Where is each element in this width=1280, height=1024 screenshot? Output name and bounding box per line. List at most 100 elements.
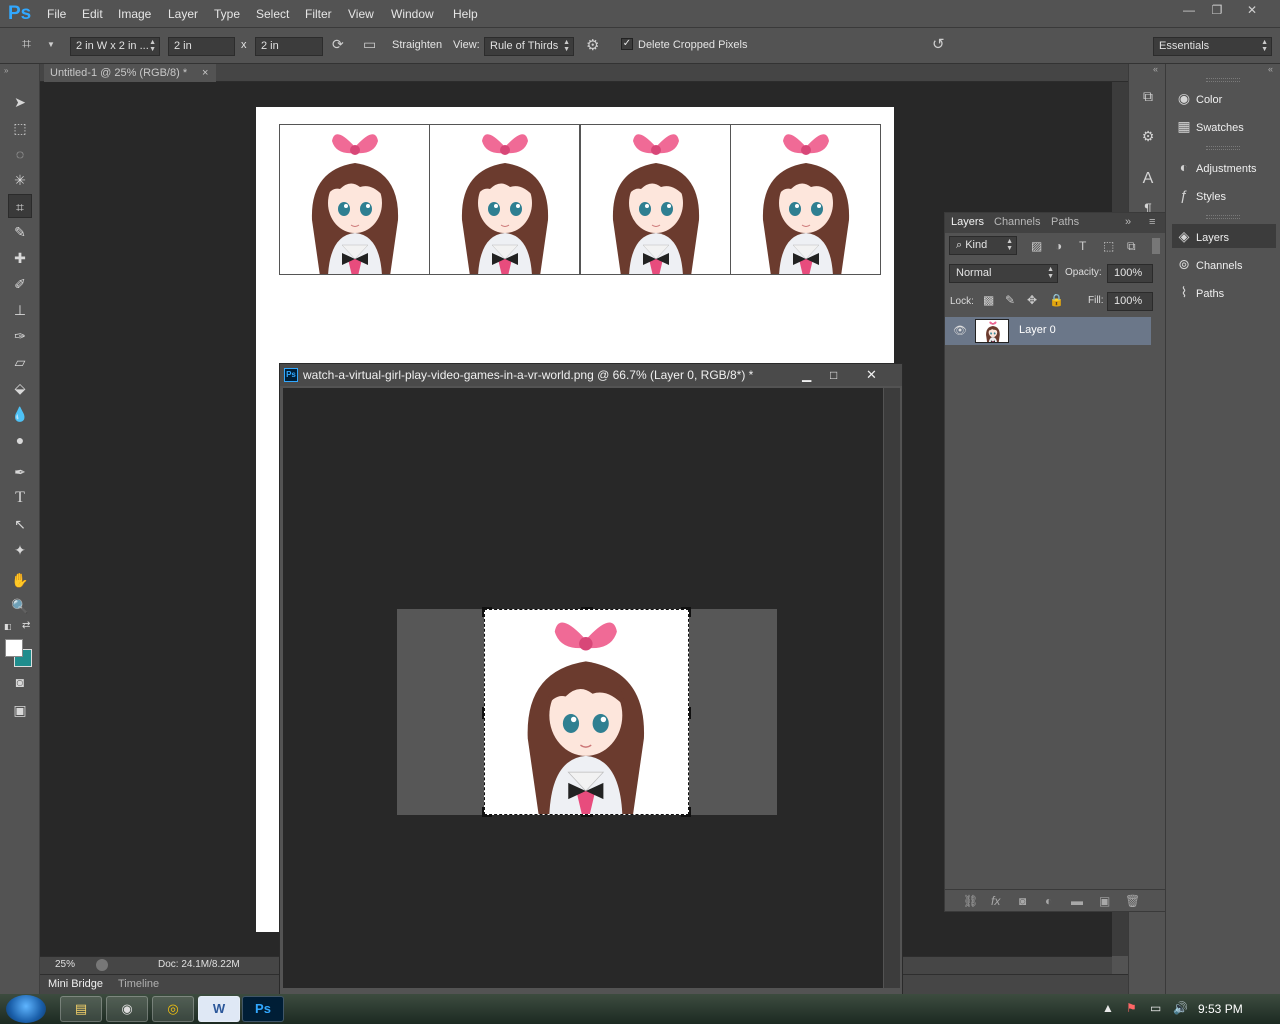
- zoom-tool-icon[interactable]: 🔍: [8, 594, 32, 618]
- chevron-down-icon[interactable]: ▼: [47, 40, 55, 49]
- healing-brush-tool-icon[interactable]: ✚: [8, 246, 32, 270]
- gear-icon[interactable]: ⚙: [586, 36, 599, 54]
- tab-close-icon[interactable]: ×: [202, 64, 208, 82]
- lasso-tool-icon[interactable]: ◌: [8, 142, 32, 166]
- start-button[interactable]: [6, 995, 46, 1023]
- floating-document-window[interactable]: Ps watch-a-virtual-girl-play-video-games…: [279, 363, 903, 995]
- straighten-button[interactable]: Straighten: [392, 39, 442, 51]
- layer-name[interactable]: Layer 0: [1019, 324, 1056, 336]
- float-minimize-button[interactable]: ▁: [802, 364, 811, 386]
- screen-mode-icon[interactable]: ▣: [8, 698, 32, 722]
- eclipse-taskbar-icon[interactable]: ◉: [106, 996, 148, 1022]
- action-center-icon[interactable]: ⚑: [1126, 1001, 1137, 1015]
- menu-help[interactable]: Help: [453, 7, 478, 21]
- filter-smart-icon[interactable]: ⧉: [1127, 239, 1136, 254]
- new-adjustment-icon[interactable]: ◐: [1045, 894, 1052, 908]
- menu-window[interactable]: Window: [391, 7, 434, 21]
- visibility-eye-icon[interactable]: 👁: [953, 324, 967, 337]
- tab-mini-bridge[interactable]: Mini Bridge: [48, 978, 103, 990]
- crop-handle-top-left[interactable]: [482, 607, 492, 617]
- floating-window-titlebar[interactable]: Ps watch-a-virtual-girl-play-video-games…: [280, 364, 902, 386]
- floating-canvas-area[interactable]: [283, 388, 883, 988]
- panel-color[interactable]: ◉ Color: [1172, 86, 1276, 110]
- crop-tool-icon[interactable]: ⌗: [8, 194, 32, 218]
- crop-handle-bottom-left[interactable]: [482, 807, 492, 817]
- panel-styles[interactable]: ƒ Styles: [1172, 183, 1276, 207]
- document-tab[interactable]: Untitled-1 @ 25% (RGB/8) * ×: [44, 64, 216, 82]
- move-tool-icon[interactable]: ➤: [8, 90, 32, 114]
- restore-button[interactable]: ❐: [1203, 2, 1231, 20]
- filter-toggle[interactable]: [1152, 238, 1160, 254]
- crop-handle-left[interactable]: [482, 707, 484, 719]
- collapse-icon[interactable]: «: [1268, 64, 1273, 74]
- panel-paths[interactable]: ⌇ Paths: [1172, 280, 1276, 304]
- crop-handle-bottom[interactable]: [581, 815, 593, 817]
- history-icon[interactable]: ⧉: [1138, 88, 1158, 108]
- volume-icon[interactable]: 🔊: [1173, 1001, 1188, 1015]
- panel-channels[interactable]: ⊚ Channels: [1172, 252, 1276, 276]
- expand-icon[interactable]: »: [1125, 216, 1131, 228]
- brush-tool-icon[interactable]: ✐: [8, 272, 32, 296]
- crop-preset-select[interactable]: 2 in W x 2 in ... ▲ ▼: [70, 37, 160, 56]
- pen-tool-icon[interactable]: ✒: [8, 460, 32, 484]
- new-group-icon[interactable]: ▬: [1071, 894, 1083, 908]
- paint-bucket-tool-icon[interactable]: ⬙: [8, 376, 32, 400]
- chrome-taskbar-icon[interactable]: ◎: [152, 996, 194, 1022]
- filter-shape-icon[interactable]: ⬚: [1103, 239, 1114, 253]
- menu-file[interactable]: File: [47, 7, 66, 21]
- straighten-icon[interactable]: ▭: [363, 36, 376, 53]
- filter-pixel-icon[interactable]: ▨: [1031, 239, 1042, 253]
- float-close-button[interactable]: ✕: [866, 364, 877, 386]
- taskbar-clock[interactable]: 9:53 PM: [1198, 1002, 1243, 1016]
- panel-grip[interactable]: [1206, 215, 1240, 219]
- swap-colors-icon[interactable]: ⇄: [22, 620, 30, 631]
- opacity-input[interactable]: 100%: [1107, 264, 1153, 283]
- float-maximize-button[interactable]: □: [830, 364, 837, 386]
- type-tool-icon[interactable]: T: [8, 486, 32, 510]
- crop-handle-bottom-right[interactable]: [681, 807, 691, 817]
- tray-expand-icon[interactable]: ▲: [1102, 1001, 1114, 1015]
- collapse-icon[interactable]: «: [1153, 64, 1158, 74]
- crop-handle-top[interactable]: [581, 607, 593, 609]
- lock-move-icon[interactable]: ✥: [1027, 293, 1037, 307]
- filter-type-icon[interactable]: T: [1079, 239, 1086, 253]
- swap-icon[interactable]: ⟳: [332, 36, 344, 53]
- blend-mode-select[interactable]: Normal ▲ ▼: [949, 264, 1058, 283]
- character-icon[interactable]: A: [1138, 170, 1158, 190]
- eyedropper-tool-icon[interactable]: ✎: [8, 220, 32, 244]
- close-button[interactable]: ✕: [1238, 2, 1266, 20]
- zoom-level[interactable]: 25%: [55, 959, 75, 970]
- floating-vertical-scrollbar[interactable]: [884, 388, 900, 988]
- image-canvas[interactable]: [397, 607, 777, 817]
- crop-selection[interactable]: [482, 607, 691, 817]
- delete-cropped-checkbox[interactable]: ✓: [621, 38, 633, 50]
- lock-all-icon[interactable]: 🔒: [1049, 293, 1064, 307]
- explorer-taskbar-icon[interactable]: ▤: [60, 996, 102, 1022]
- lock-transparent-icon[interactable]: ▩: [983, 293, 994, 307]
- panel-grip[interactable]: [1206, 78, 1240, 82]
- filter-adjustment-icon[interactable]: ◑: [1055, 239, 1062, 253]
- collapse-icon[interactable]: »: [4, 66, 8, 75]
- overlay-view-select[interactable]: Rule of Thirds ▲ ▼: [484, 37, 574, 56]
- fx-icon[interactable]: fx: [991, 894, 1000, 908]
- fill-input[interactable]: 100%: [1107, 292, 1153, 311]
- workspace-select[interactable]: Essentials ▲ ▼: [1153, 37, 1272, 56]
- custom-shape-tool-icon[interactable]: ✦: [8, 538, 32, 562]
- link-layers-icon[interactable]: ⛓: [963, 894, 978, 908]
- dodge-tool-icon[interactable]: ●: [8, 428, 32, 452]
- quick-mask-icon[interactable]: ◙: [8, 670, 32, 694]
- add-mask-icon[interactable]: ◙: [1019, 894, 1026, 908]
- path-selection-tool-icon[interactable]: ↖: [8, 512, 32, 536]
- tab-timeline[interactable]: Timeline: [118, 978, 159, 990]
- panel-adjustments[interactable]: ◐ Adjustments: [1172, 155, 1276, 179]
- layer-row[interactable]: 👁 Layer 0: [945, 317, 1151, 345]
- status-menu-icon[interactable]: [96, 959, 108, 971]
- history-brush-tool-icon[interactable]: ✑: [8, 324, 32, 348]
- menu-filter[interactable]: Filter: [305, 7, 332, 21]
- blur-tool-icon[interactable]: 💧: [8, 402, 32, 426]
- crop-height-input[interactable]: 2 in: [255, 37, 323, 56]
- new-layer-icon[interactable]: ▣: [1099, 894, 1110, 908]
- photoshop-taskbar-icon[interactable]: Ps: [242, 996, 284, 1022]
- menu-image[interactable]: Image: [118, 7, 151, 21]
- panel-grip[interactable]: [1206, 146, 1240, 150]
